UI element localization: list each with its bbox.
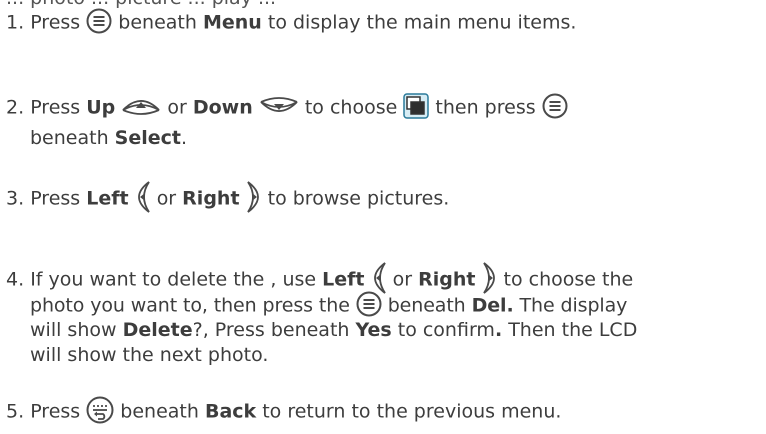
- step-text: beneath: [118, 11, 197, 34]
- down-arrow-icon: [259, 96, 299, 116]
- step-text: If you want to delete the , use: [30, 268, 317, 291]
- step-text: Press: [30, 187, 81, 210]
- select-keyword: Select: [114, 127, 181, 149]
- step-text: .: [181, 127, 188, 149]
- down-keyword: Down: [192, 96, 253, 119]
- step-text: Then the LCD: [508, 319, 638, 341]
- right-keyword: Right: [182, 187, 240, 210]
- step-text: beneath: [387, 294, 466, 317]
- step-3: 3. Press Left or Right to browse picture…: [6, 180, 450, 216]
- right-keyword: Right: [418, 268, 476, 291]
- back-keyword: Back: [204, 400, 257, 423]
- step-2: 2. Press Up or Down to choose then press: [6, 93, 568, 121]
- yes-keyword: Yes: [355, 319, 392, 341]
- step-text: to choose: [304, 96, 398, 119]
- step-4-line-2: photo you want to, then press the beneat…: [30, 291, 628, 319]
- step-5: 5. Press beneath Back to return to the p…: [6, 396, 562, 426]
- step-text: to confirm: [397, 319, 495, 341]
- menu-button-icon: [542, 93, 568, 119]
- step-number: 5.: [6, 400, 25, 423]
- step-text: to display the main menu items.: [267, 11, 577, 34]
- step-text: to browse pictures.: [267, 187, 450, 210]
- step-text: or: [156, 187, 177, 210]
- step-text: will show the next photo.: [30, 344, 269, 366]
- left-arrow-icon: [135, 180, 151, 214]
- step-number: 4.: [6, 268, 25, 291]
- step-text: then press: [435, 96, 536, 119]
- up-keyword: Up: [86, 96, 116, 119]
- menu-button-icon: [356, 291, 382, 317]
- del-keyword: Del.: [471, 294, 514, 317]
- left-arrow-icon: [371, 261, 387, 295]
- step-text: The display: [519, 294, 628, 317]
- step-text: Press: [30, 96, 81, 119]
- step-number: 3.: [6, 187, 25, 210]
- step-text: beneath: [30, 127, 109, 149]
- up-arrow-icon: [121, 96, 161, 116]
- step-1: 1. Press beneath Menu to display the mai…: [6, 8, 577, 36]
- step-text: Press: [30, 400, 81, 423]
- step-text: photo you want to, then press the: [30, 294, 350, 317]
- right-arrow-icon: [482, 261, 498, 295]
- step-text: ?, Press beneath: [192, 319, 350, 341]
- left-keyword: Left: [86, 187, 129, 210]
- step-text: or: [167, 96, 187, 119]
- step-number: 1.: [6, 11, 25, 34]
- left-keyword: Left: [322, 268, 365, 291]
- step-2-continued: beneath Select.: [30, 126, 187, 150]
- intro-text: ... photo ... picture ... play ...: [6, 0, 276, 9]
- photo-frame-icon: [403, 93, 430, 119]
- back-button-icon: [86, 396, 114, 424]
- step-4: 4. If you want to delete the , use Left …: [6, 261, 634, 297]
- delete-keyword: Delete: [122, 319, 193, 341]
- step-4-line-3: will show Delete?, Press beneath Yes to …: [30, 318, 637, 342]
- step-text: beneath: [120, 400, 199, 423]
- step-text: Press: [30, 11, 81, 34]
- step-number: 2.: [6, 96, 25, 119]
- step-text: to choose the: [503, 268, 634, 291]
- step-text: will show: [30, 319, 117, 341]
- menu-button-icon: [86, 8, 112, 34]
- step-4-line-4: will show the next photo.: [30, 343, 268, 367]
- right-arrow-icon: [246, 180, 262, 214]
- period: .: [494, 319, 503, 341]
- step-text: or: [392, 268, 413, 291]
- step-text: to return to the previous menu.: [262, 400, 562, 423]
- cut-off-intro-line: ... photo ... picture ... play ...: [6, 0, 276, 10]
- menu-keyword: Menu: [202, 11, 262, 34]
